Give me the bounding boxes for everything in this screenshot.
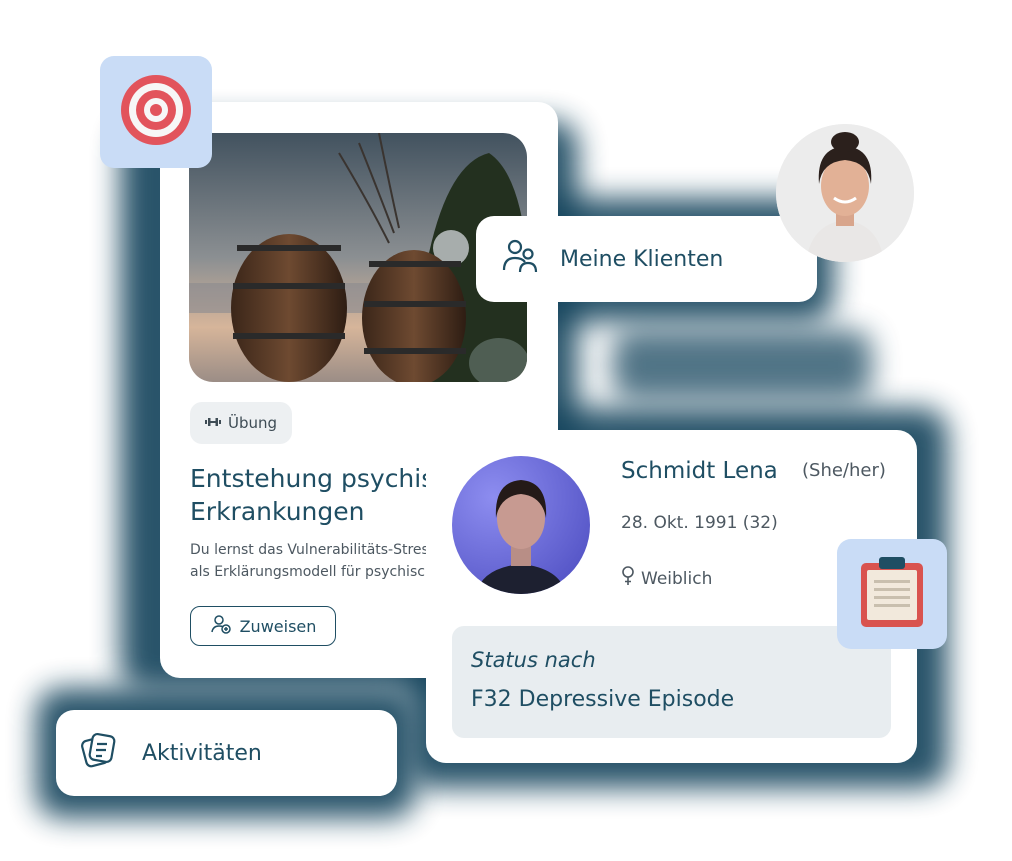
target-icon	[118, 72, 194, 152]
composition: Übung Entstehung psychischer Erkrankunge…	[0, 0, 1012, 861]
status-box: Status nach F32 Depressive Episode	[452, 626, 891, 738]
activity-description: Du lernst das Vulnerabilitäts-Stress-Mod…	[190, 542, 426, 580]
client-name: Schmidt Lena	[621, 458, 778, 484]
client-gender: Weiblich	[621, 566, 712, 591]
activities-nav-item[interactable]: Aktivitäten	[56, 710, 397, 796]
assign-button[interactable]: Zuweisen	[190, 606, 336, 646]
tag-label: Übung	[227, 414, 278, 432]
client-avatar	[452, 456, 590, 594]
diagnosis-value: F32 Depressive Episode	[471, 687, 735, 712]
halo-bridge	[612, 330, 872, 400]
users-icon	[500, 236, 540, 282]
clipboard-icon	[859, 555, 925, 633]
client-pronouns: (She/her)	[802, 460, 886, 481]
activities-label: Aktivitäten	[142, 740, 262, 766]
gender-label: Weiblich	[641, 568, 713, 589]
notes-icon	[78, 729, 120, 777]
assign-label: Zuweisen	[239, 616, 317, 636]
user-plus-icon	[210, 613, 232, 639]
exercise-tag: Übung	[190, 402, 292, 444]
status-label: Status nach	[471, 648, 596, 672]
dumbbell-icon	[204, 414, 221, 432]
avatar	[776, 124, 914, 262]
clients-label: Meine Klienten	[560, 246, 724, 272]
female-symbol-icon	[621, 566, 635, 591]
clients-nav-item[interactable]: Meine Klienten	[476, 216, 817, 302]
activity-title: Entstehung psychischer Erkrankungen	[190, 464, 426, 526]
clipboard-tile	[837, 539, 947, 649]
client-birthdate: 28. Okt. 1991 (32)	[621, 513, 778, 533]
target-tile	[100, 56, 212, 168]
